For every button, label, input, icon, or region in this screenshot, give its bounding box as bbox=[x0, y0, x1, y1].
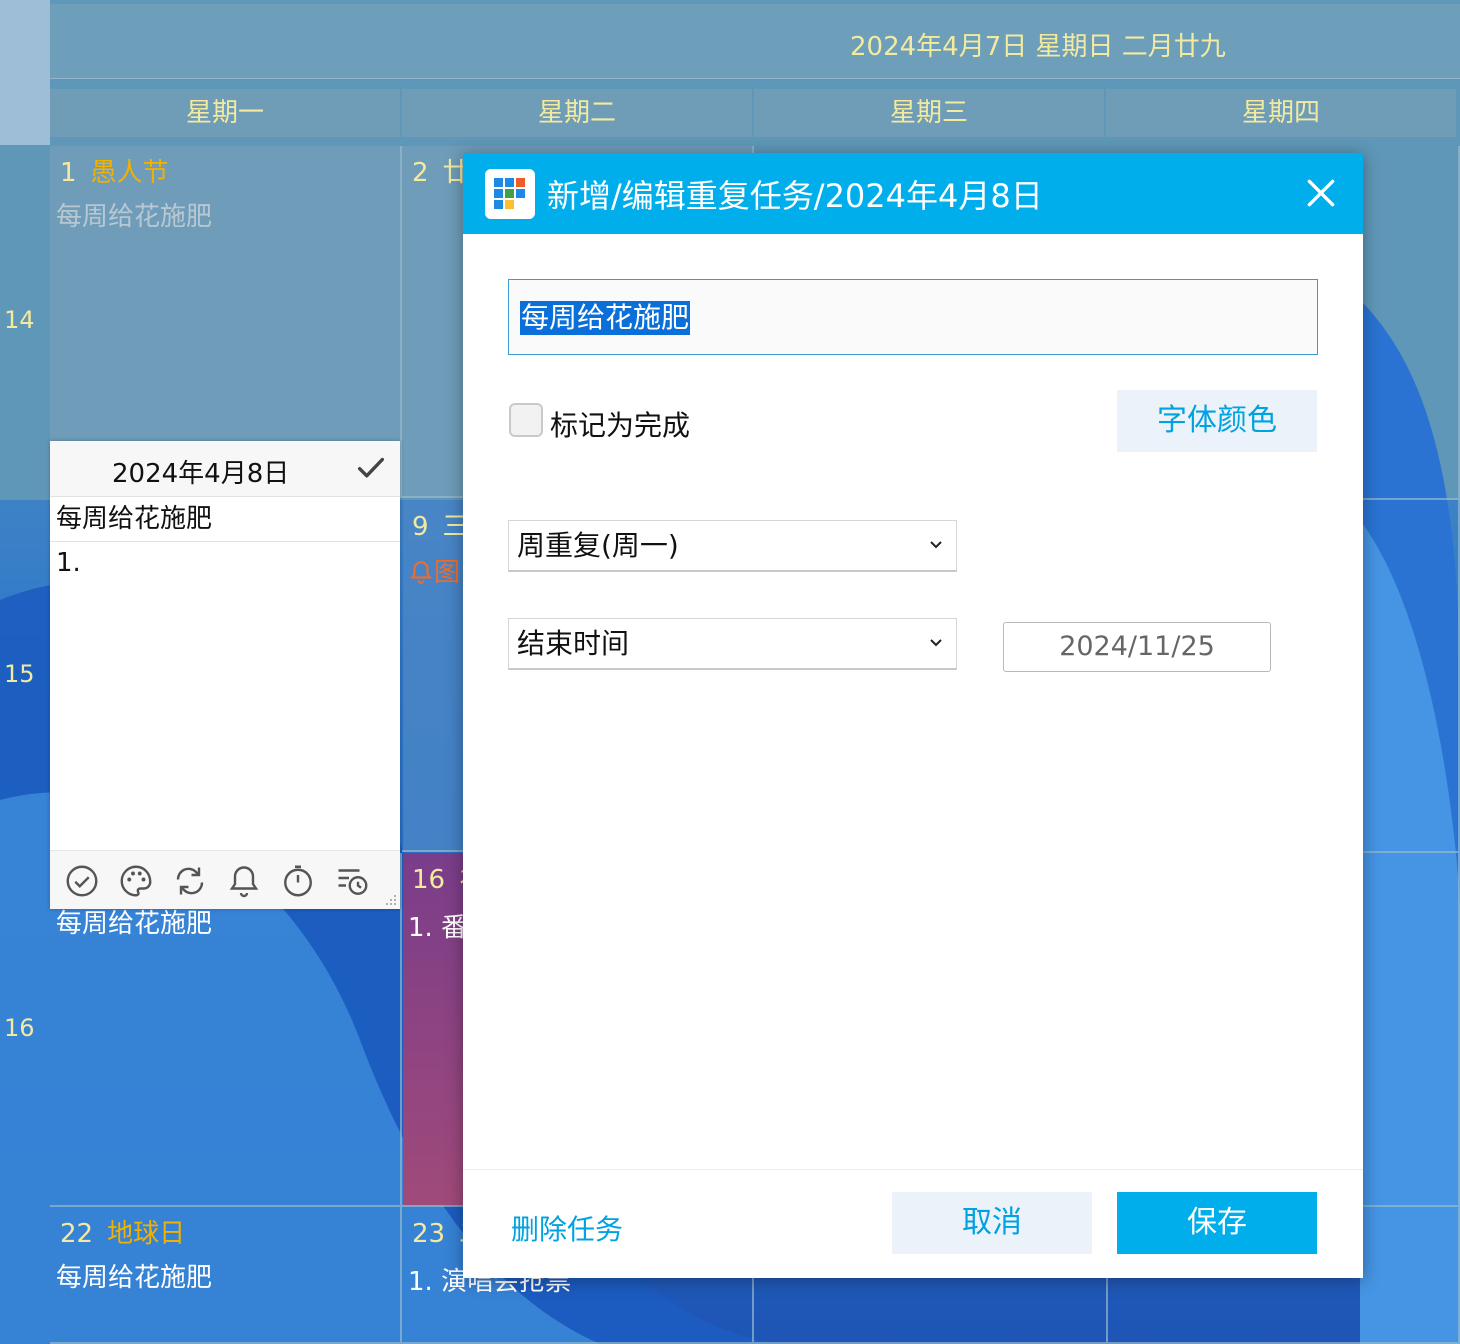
repeat-task-dialog: 新增/编辑重复任务/2024年4月8日 每周给花施肥 标记为完成 字体颜色 周重… bbox=[463, 153, 1363, 1278]
week-number: 16 bbox=[4, 1014, 35, 1042]
inline-editor-date: 2024年4月8日 bbox=[112, 459, 290, 489]
task-item[interactable]: 每周给花施肥 bbox=[56, 1257, 212, 1294]
week-number: 15 bbox=[4, 660, 35, 688]
inline-editor-header: 2024年4月8日 bbox=[50, 441, 400, 497]
day-cell[interactable] bbox=[1363, 853, 1460, 1207]
cancel-button[interactable]: 取消 bbox=[892, 1192, 1092, 1254]
calendar-header: 2024年4月7日 星期日 二月廿九 bbox=[50, 4, 1460, 79]
schedule-icon[interactable] bbox=[334, 863, 370, 899]
inline-editor-toolbar bbox=[50, 850, 400, 909]
weekday-thursday: 星期四 bbox=[1106, 89, 1456, 137]
font-color-button[interactable]: 字体颜色 bbox=[1117, 390, 1317, 452]
day-number: 1 bbox=[60, 158, 77, 188]
task-title-input[interactable] bbox=[508, 279, 1318, 355]
bell-icon bbox=[410, 561, 432, 584]
holiday-label: 地球日 bbox=[107, 1219, 186, 1249]
dialog-title: 新增/编辑重复任务/2024年4月8日 bbox=[547, 177, 1043, 215]
inline-task-editor: 2024年4月8日 每周给花施肥 1. bbox=[50, 441, 400, 909]
day-number: 2 bbox=[412, 158, 429, 188]
task-item[interactable]: 1. 番 bbox=[408, 907, 467, 944]
timer-icon[interactable] bbox=[280, 863, 316, 899]
repeat-icon[interactable] bbox=[172, 863, 208, 899]
check-icon[interactable] bbox=[64, 863, 100, 899]
week-number: 14 bbox=[4, 306, 35, 334]
palette-icon[interactable] bbox=[118, 863, 154, 899]
day-number: 16 bbox=[412, 865, 446, 895]
chevron-down-icon bbox=[930, 541, 942, 549]
left-strip bbox=[0, 0, 50, 145]
repeat-type-value: 周重复(周一) bbox=[517, 529, 679, 562]
day-cell[interactable] bbox=[1363, 500, 1460, 853]
resize-grip-icon[interactable] bbox=[380, 893, 398, 907]
current-date-label: 2024年4月7日 星期日 二月廿九 bbox=[850, 32, 1226, 62]
close-icon[interactable] bbox=[1301, 173, 1341, 213]
mark-done-checkbox[interactable] bbox=[509, 403, 543, 437]
inline-editor-body-input[interactable]: 1. bbox=[50, 542, 400, 584]
dialog-titlebar: 新增/编辑重复任务/2024年4月8日 bbox=[463, 153, 1363, 234]
day-number: 22 bbox=[60, 1219, 94, 1249]
day-number: 23 bbox=[412, 1219, 446, 1249]
footer-divider bbox=[463, 1169, 1363, 1170]
bell-icon[interactable] bbox=[226, 863, 262, 899]
chevron-down-icon bbox=[930, 639, 942, 647]
task-item[interactable]: 每周给花施肥 bbox=[56, 196, 212, 233]
app-logo-icon bbox=[485, 169, 535, 219]
weekday-tuesday: 星期二 bbox=[402, 89, 752, 137]
mark-done-label: 标记为完成 bbox=[550, 409, 691, 442]
end-date-input[interactable]: 2024/11/25 bbox=[1003, 622, 1271, 672]
weekday-wednesday: 星期三 bbox=[754, 89, 1104, 137]
reminder-item[interactable]: 图 bbox=[408, 552, 460, 589]
inline-editor-title-input[interactable]: 每周给花施肥 bbox=[50, 497, 400, 542]
holiday-label: 愚人节 bbox=[90, 158, 169, 188]
reminder-text: 图 bbox=[434, 558, 461, 588]
repeat-type-select[interactable]: 周重复(周一) bbox=[508, 520, 957, 572]
confirm-check-icon[interactable] bbox=[354, 451, 388, 485]
end-type-select[interactable]: 结束时间 bbox=[508, 618, 957, 670]
day-cell[interactable] bbox=[1363, 146, 1460, 500]
day-cell-apr22[interactable]: 22 地球日 每周给花施肥 bbox=[50, 1207, 402, 1344]
save-button[interactable]: 保存 bbox=[1117, 1192, 1317, 1254]
delete-task-link[interactable]: 删除任务 bbox=[511, 1208, 623, 1248]
end-type-value: 结束时间 bbox=[517, 627, 630, 660]
weekday-monday: 星期一 bbox=[50, 89, 400, 137]
day-number: 9 bbox=[412, 512, 429, 542]
